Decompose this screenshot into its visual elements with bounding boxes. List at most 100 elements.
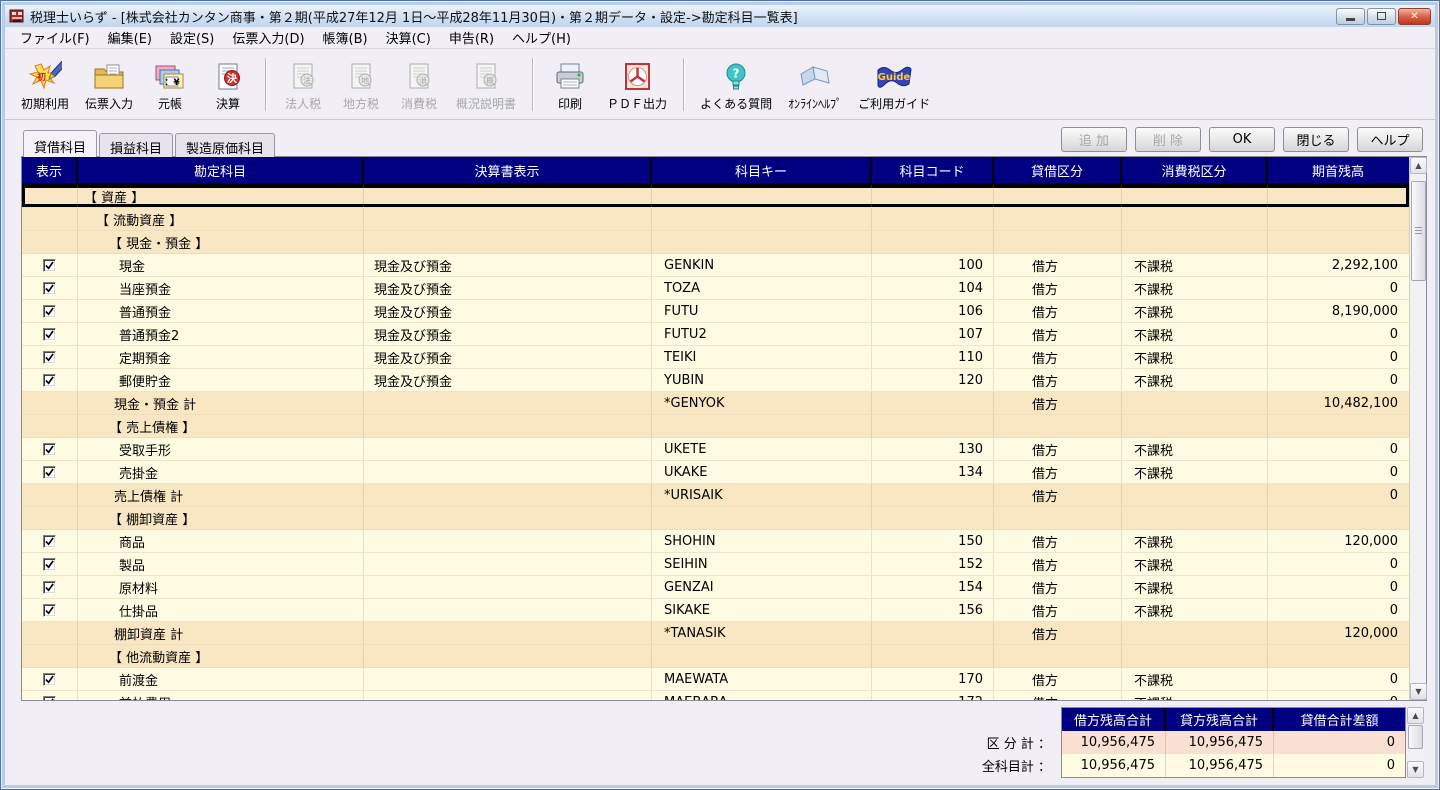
- toolbar-button-ledger[interactable]: ：¥元帳: [141, 52, 199, 117]
- menu-item-6[interactable]: 決算(C): [377, 26, 440, 49]
- action-button-3[interactable]: OK: [1209, 127, 1275, 152]
- summary-scrollbar-thumb[interactable]: [1408, 725, 1423, 749]
- scrollbar-thumb[interactable]: [1411, 181, 1426, 281]
- table-scrollbar[interactable]: ▲ ▼: [1409, 157, 1426, 700]
- summary-scroll-up-icon[interactable]: ▲: [1407, 707, 1424, 724]
- debit-credit-cell: [994, 185, 1122, 207]
- row-checkbox[interactable]: [43, 374, 56, 387]
- toolbar-button-pdf-output[interactable]: ＰＤＦ出力: [599, 52, 675, 117]
- account-key-cell: *URISAIK: [652, 484, 872, 506]
- table-row[interactable]: 【 流動資産 】: [22, 208, 1409, 231]
- scroll-down-icon[interactable]: ▼: [1410, 683, 1427, 700]
- table-row[interactable]: 当座預金現金及び預金TOZA104借方不課税0: [22, 277, 1409, 300]
- debit-credit-cell: 借方: [994, 576, 1122, 598]
- toolbar-button-label: 消費税: [401, 95, 437, 112]
- table-row[interactable]: 原材料GENZAI154借方不課税0: [22, 576, 1409, 599]
- account-code-cell: 104: [872, 277, 994, 299]
- account-key-cell: UKAKE: [652, 461, 872, 483]
- tab-1[interactable]: 貸借科目: [23, 130, 97, 157]
- table-row[interactable]: 売掛金UKAKE134借方不課税0: [22, 461, 1409, 484]
- summary-scroll-down-icon[interactable]: ▼: [1407, 761, 1424, 778]
- row-checkbox[interactable]: [43, 604, 56, 617]
- minimize-button[interactable]: [1336, 8, 1365, 25]
- row-checkbox[interactable]: [43, 535, 56, 548]
- menu-item-4[interactable]: 伝票入力(D): [223, 26, 313, 49]
- table-row[interactable]: 【 資産 】: [22, 185, 1409, 208]
- table-row[interactable]: 【 棚卸資産 】: [22, 507, 1409, 530]
- table-row[interactable]: 前渡金MAEWATA170借方不課税0: [22, 668, 1409, 691]
- table-row[interactable]: 前払費用MAEBARA172借方不課税0: [22, 691, 1409, 700]
- table-row[interactable]: 現金・預金 計*GENYOK借方10,482,100: [22, 392, 1409, 415]
- debit-credit-cell: 借方: [994, 461, 1122, 483]
- table-row[interactable]: 仕掛品SIKAKE156借方不課税0: [22, 599, 1409, 622]
- print-icon: [553, 60, 587, 94]
- action-button-5[interactable]: ヘルプ: [1357, 127, 1423, 152]
- menu-item-2[interactable]: 編集(E): [99, 26, 161, 49]
- toolbar-button-initial-use[interactable]: 初初期利用: [13, 52, 77, 117]
- toolbar-button-settlement[interactable]: 決決算: [199, 52, 257, 117]
- table-row[interactable]: 【 売上債権 】: [22, 415, 1409, 438]
- toolbar-button-print[interactable]: 印刷: [541, 52, 599, 117]
- app-icon: [9, 8, 25, 24]
- account-name-cell: 【 流動資産 】: [78, 208, 364, 230]
- menu-item-8[interactable]: ヘルプ(H): [503, 26, 580, 49]
- toolbar-button-usage-guide[interactable]: Guideご利用ガイド: [850, 52, 938, 117]
- row-checkbox[interactable]: [43, 443, 56, 456]
- table-row[interactable]: 商品SHOHIN150借方不課税120,000: [22, 530, 1409, 553]
- table-row[interactable]: 棚卸資産 計*TANASIK借方120,000: [22, 622, 1409, 645]
- statement-display-cell: [364, 691, 652, 700]
- tax-class-cell: [1122, 415, 1268, 437]
- toolbar-button-faq[interactable]: ?よくある質問: [692, 52, 780, 117]
- column-header-2: 勘定科目: [78, 157, 364, 183]
- restore-button[interactable]: [1367, 8, 1396, 25]
- tax-class-cell: 不課税: [1122, 461, 1268, 483]
- row-checkbox[interactable]: [43, 673, 56, 686]
- toolbar-button-label: ＰＤＦ出力: [607, 95, 667, 112]
- summary-scrollbar[interactable]: ▲ ▼: [1407, 707, 1424, 778]
- table-row[interactable]: 現金現金及び預金GENKIN100借方不課税2,292,100: [22, 254, 1409, 277]
- toolbar-button-online-help[interactable]: ｵﾝﾗｲﾝﾍﾙﾌﾟ: [780, 52, 850, 117]
- table-row[interactable]: 郵便貯金現金及び預金YUBIN120借方不課税0: [22, 369, 1409, 392]
- statement-display-cell: [364, 645, 652, 667]
- row-checkbox[interactable]: [43, 282, 56, 295]
- row-checkbox[interactable]: [43, 581, 56, 594]
- row-checkbox[interactable]: [43, 259, 56, 272]
- close-button[interactable]: ✕: [1398, 8, 1431, 25]
- row-checkbox[interactable]: [43, 351, 56, 364]
- statement-display-cell: [364, 576, 652, 598]
- table-row[interactable]: 【 他流動資産 】: [22, 645, 1409, 668]
- display-cell: [22, 277, 78, 299]
- row-checkbox[interactable]: [43, 328, 56, 341]
- table-row[interactable]: 定期預金現金及び預金TEIKI110借方不課税0: [22, 346, 1409, 369]
- row-checkbox[interactable]: [43, 466, 56, 479]
- toolbar-button-voucher-input[interactable]: 伝票入力: [77, 52, 141, 117]
- table-row[interactable]: 【 現金・預金 】: [22, 231, 1409, 254]
- menu-item-1[interactable]: ファイル(F): [11, 26, 99, 49]
- opening-balance-cell: [1268, 185, 1408, 207]
- row-checkbox[interactable]: [43, 305, 56, 318]
- account-name-cell: 【 他流動資産 】: [78, 645, 364, 667]
- table-row[interactable]: 製品SEIHIN152借方不課税0: [22, 553, 1409, 576]
- difference-cell: 0: [1274, 754, 1405, 777]
- summary-header-row: 借方残高合計貸方残高合計貸借合計差額: [1062, 708, 1405, 731]
- row-checkbox[interactable]: [43, 696, 56, 701]
- account-key-cell: [652, 507, 872, 529]
- toolbar-button-label: ｵﾝﾗｲﾝﾍﾙﾌﾟ: [788, 95, 842, 112]
- menu-item-7[interactable]: 申告(R): [440, 26, 503, 49]
- row-checkbox[interactable]: [43, 558, 56, 571]
- action-button-row: 追 加削 除OK閉じるヘルプ: [1061, 127, 1423, 152]
- table-row[interactable]: 受取手形UKETE130借方不課税0: [22, 438, 1409, 461]
- tab-2[interactable]: 損益科目: [99, 133, 173, 157]
- menu-item-5[interactable]: 帳簿(B): [314, 26, 377, 49]
- opening-balance-cell: 0: [1268, 691, 1408, 700]
- menu-item-3[interactable]: 設定(S): [161, 26, 223, 49]
- account-key-cell: TEIKI: [652, 346, 872, 368]
- scroll-up-icon[interactable]: ▲: [1410, 157, 1427, 174]
- tab-3[interactable]: 製造原価科目: [175, 133, 275, 157]
- account-name-cell: 売掛金: [78, 461, 364, 483]
- table-row[interactable]: 普通預金現金及び預金FUTU106借方不課税8,190,000: [22, 300, 1409, 323]
- table-row[interactable]: 売上債権 計*URISAIK借方0: [22, 484, 1409, 507]
- account-code-cell: [872, 645, 994, 667]
- table-row[interactable]: 普通預金2現金及び預金FUTU2107借方不課税0: [22, 323, 1409, 346]
- action-button-4[interactable]: 閉じる: [1283, 127, 1349, 152]
